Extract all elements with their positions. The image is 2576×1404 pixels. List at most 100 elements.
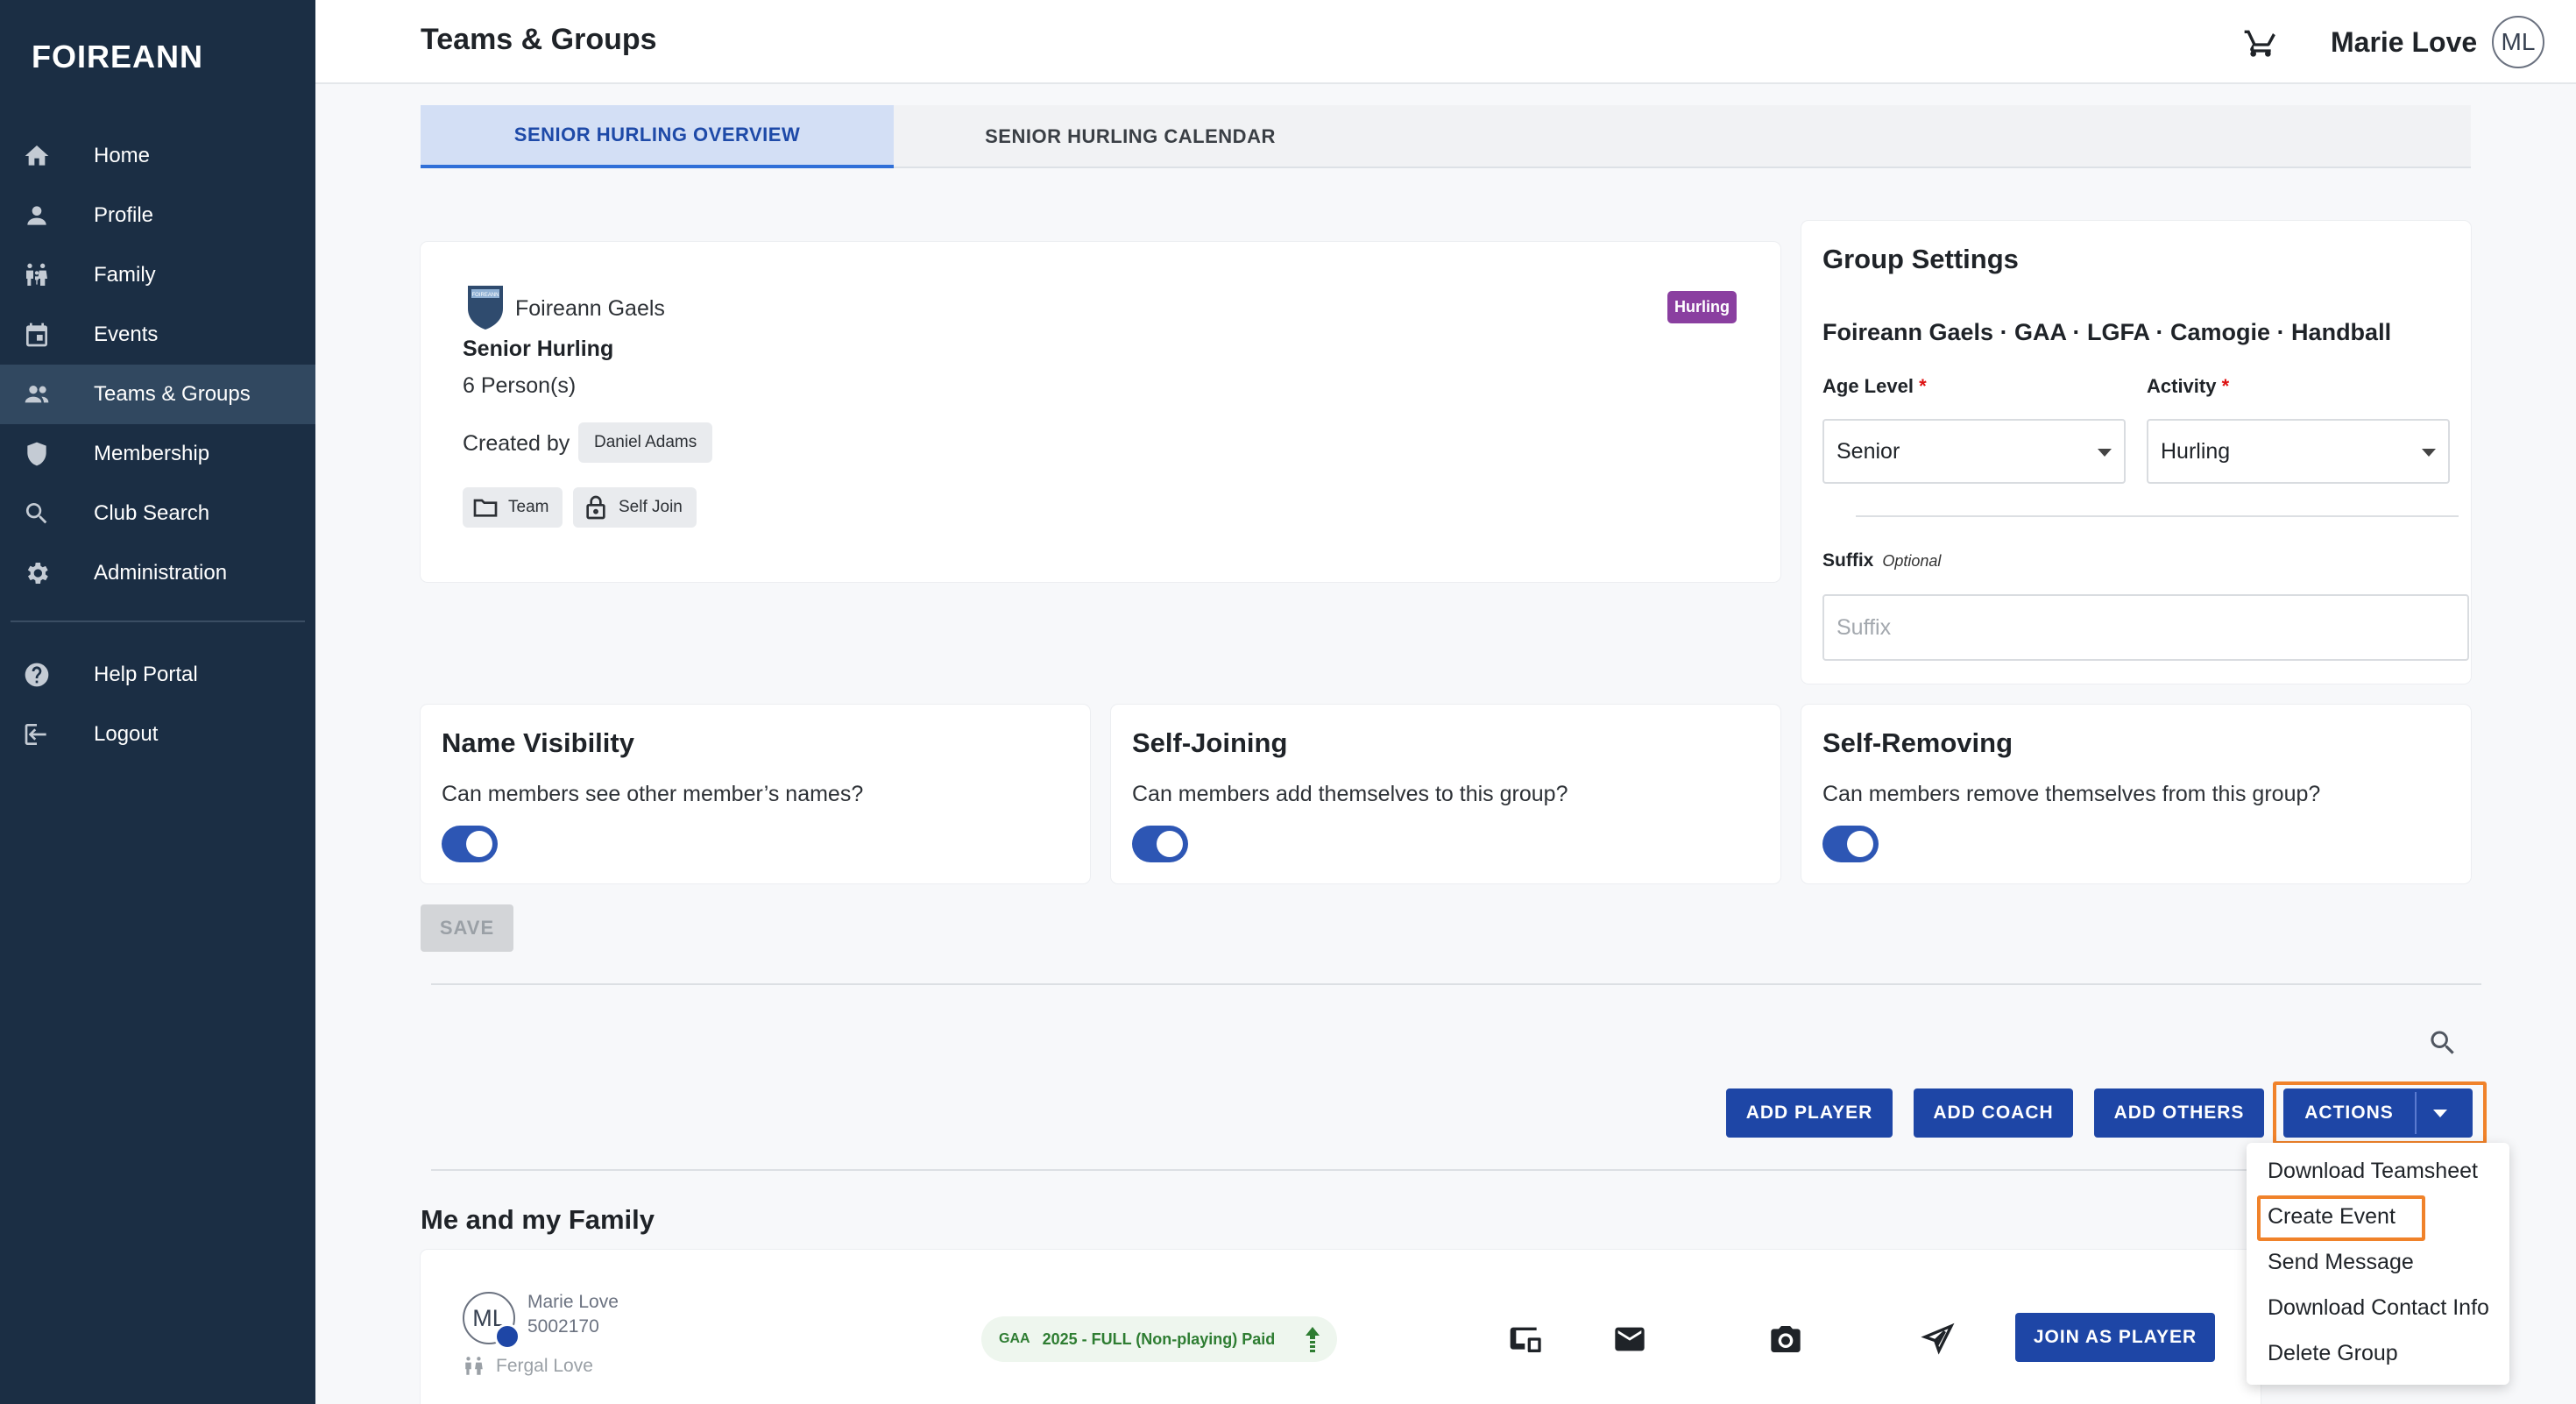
menu-item-download-contact-info[interactable]: Download Contact Info: [2268, 1295, 2489, 1321]
search-icon[interactable]: [2427, 1027, 2459, 1059]
activity-badge: Hurling: [1667, 291, 1737, 323]
menu-item-delete-group[interactable]: Delete Group: [2268, 1341, 2398, 1366]
group-settings-card: Group Settings Foireann Gaels · GAA · LG…: [1801, 221, 2471, 684]
gaa-logo-icon: GAA: [999, 1331, 1030, 1346]
top-header: Teams & Groups Marie Love ML: [315, 0, 2576, 84]
sidebar-item-label: Profile: [94, 203, 154, 227]
home-icon: [21, 140, 53, 172]
sidebar-item-teams-groups[interactable]: Teams & Groups: [0, 365, 315, 424]
member-id: 5002170: [527, 1316, 599, 1337]
add-player-button[interactable]: ADD PLAYER: [1726, 1088, 1893, 1138]
member-name: Marie Love: [527, 1292, 619, 1312]
suffix-label: Suffix Optional: [1822, 550, 1942, 571]
self-joining-toggle[interactable]: [1132, 826, 1188, 862]
family-member: Fergal Love: [463, 1355, 593, 1378]
sidebar-item-club-search[interactable]: Club Search: [0, 484, 315, 543]
divider: [1856, 515, 2459, 517]
divider: [431, 983, 2481, 985]
sidebar-item-administration[interactable]: Administration: [0, 543, 315, 603]
page-title: Teams & Groups: [421, 23, 657, 56]
family-section-title: Me and my Family: [421, 1204, 655, 1235]
sidebar-item-label: Club Search: [94, 501, 210, 525]
person-count: 6 Person(s): [463, 373, 577, 398]
family-icon: [465, 1357, 483, 1375]
search-icon: [21, 498, 53, 529]
logout-icon: [21, 719, 53, 750]
group-settings-tags: Foireann Gaels · GAA · LGFA · Camogie · …: [1822, 319, 2392, 345]
add-coach-button[interactable]: ADD COACH: [1914, 1088, 2073, 1138]
self-removing-toggle[interactable]: [1822, 826, 1879, 862]
sidebar-item-family[interactable]: Family: [0, 245, 315, 305]
self-join-chip: Self Join: [573, 487, 697, 528]
sidebar-item-label: Home: [94, 144, 151, 167]
create-event-highlight-box: [2257, 1195, 2425, 1241]
member-row: ML Marie Love 5002170 Fergal Love GAA 20…: [421, 1250, 2261, 1404]
sidebar-item-help-portal[interactable]: Help Portal: [0, 645, 315, 705]
sidebar-item-home[interactable]: Home: [0, 126, 315, 186]
person-icon: [21, 200, 53, 231]
menu-item-send-message[interactable]: Send Message: [2268, 1250, 2414, 1275]
app-logo[interactable]: FOIREANN: [32, 39, 203, 75]
sidebar-divider: [11, 620, 305, 622]
calendar-icon: [21, 319, 53, 351]
sidebar: FOIREANN Home Profile Family Events Team…: [0, 0, 315, 1404]
arrow-up-icon: [1306, 1327, 1320, 1352]
group-name: Senior Hurling: [463, 337, 614, 361]
gear-icon: [21, 557, 53, 589]
self-removing-description: Can members remove themselves from this …: [1822, 782, 2321, 806]
user-name[interactable]: Marie Love: [2331, 26, 2477, 59]
shield-icon: [21, 438, 53, 470]
sidebar-item-logout[interactable]: Logout: [0, 705, 315, 764]
self-joining-description: Can members add themselves to this group…: [1132, 782, 1568, 806]
join-as-player-button[interactable]: JOIN AS PLAYER: [2015, 1313, 2215, 1362]
name-visibility-description: Can members see other member’s names?: [442, 782, 864, 806]
sidebar-item-membership[interactable]: Membership: [0, 424, 315, 484]
camera-icon[interactable]: [1768, 1322, 1803, 1357]
name-visibility-title: Name Visibility: [442, 727, 634, 758]
self-removing-title: Self-Removing: [1822, 727, 2013, 758]
toggle-knob: [1847, 831, 1873, 857]
cart-icon[interactable]: [2243, 25, 2278, 60]
membership-status: 2025 - FULL (Non-playing) Paid: [1042, 1330, 1276, 1348]
age-level-select[interactable]: Senior: [1822, 419, 2126, 484]
toggle-knob: [1157, 831, 1183, 857]
tab-senior-hurling-calendar[interactable]: SENIOR HURLING CALENDAR: [894, 105, 1367, 168]
activity-select[interactable]: Hurling: [2147, 419, 2450, 484]
actions-menu: Download Teamsheet Create Event Send Mes…: [2247, 1143, 2509, 1385]
device-icon[interactable]: [1509, 1322, 1544, 1357]
sidebar-item-label: Events: [94, 323, 159, 346]
activity-value: Hurling: [2161, 438, 2231, 464]
tab-bar: SENIOR HURLING OVERVIEW SENIOR HURLING C…: [421, 105, 2471, 168]
club-name: Foireann Gaels: [515, 296, 665, 321]
chip-label: Team: [508, 498, 549, 516]
membership-status-chip[interactable]: GAA 2025 - FULL (Non-playing) Paid: [981, 1316, 1337, 1362]
help-icon: [21, 659, 53, 691]
self-removing-card: Self-Removing Can members remove themsel…: [1801, 705, 2471, 883]
folder-icon: [473, 499, 498, 517]
sidebar-item-label: Family: [94, 263, 156, 287]
add-others-button[interactable]: ADD OTHERS: [2094, 1088, 2264, 1138]
sidebar-item-profile[interactable]: Profile: [0, 186, 315, 245]
club-badge-icon: [494, 1323, 520, 1350]
sidebar-nav: Home Profile Family Events Teams & Group…: [0, 126, 315, 764]
club-crest-icon: FOIREANN: [466, 284, 505, 331]
chip-label: Self Join: [619, 498, 683, 516]
mail-icon[interactable]: [1612, 1322, 1647, 1357]
created-by-chip: Daniel Adams: [578, 422, 713, 463]
chevron-down-icon: [2422, 449, 2436, 457]
family-icon: [21, 259, 53, 291]
save-button[interactable]: SAVE: [421, 904, 513, 952]
suffix-input[interactable]: [1822, 594, 2469, 661]
menu-item-download-teamsheet[interactable]: Download Teamsheet: [2268, 1159, 2478, 1184]
send-icon[interactable]: [1921, 1322, 1956, 1357]
sidebar-item-label: Help Portal: [94, 663, 198, 686]
self-joining-card: Self-Joining Can members add themselves …: [1111, 705, 1780, 883]
sidebar-item-events[interactable]: Events: [0, 305, 315, 365]
self-joining-title: Self-Joining: [1132, 727, 1288, 758]
age-level-label: Age Level *: [1822, 375, 1927, 397]
group-settings-title: Group Settings: [1822, 244, 2019, 274]
tab-senior-hurling-overview[interactable]: SENIOR HURLING OVERVIEW: [421, 105, 894, 168]
name-visibility-toggle[interactable]: [442, 826, 498, 862]
sidebar-item-label: Logout: [94, 722, 159, 746]
avatar[interactable]: ML: [2492, 16, 2544, 68]
